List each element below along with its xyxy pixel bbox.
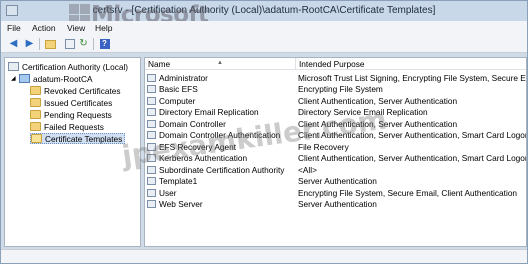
list-item[interactable]: Template1 Server Authentication	[145, 176, 526, 187]
list-item[interactable]: User Encrypting File System, Secure Emai…	[145, 187, 526, 198]
template-name: Administrator	[159, 72, 208, 83]
list-item[interactable]: Computer Client Authentication, Server A…	[145, 95, 526, 106]
ca-server-icon	[19, 74, 30, 83]
certificate-template-icon	[147, 200, 156, 208]
column-name-label: Name	[148, 58, 171, 69]
folder-icon	[30, 86, 41, 95]
tree-item-label: Revoked Certificates	[44, 85, 121, 96]
tree-item-revoked[interactable]: Revoked Certificates	[30, 85, 121, 96]
template-purpose: Client Authentication, Server Authentica…	[298, 153, 527, 163]
template-purpose: Server Authentication	[298, 199, 377, 209]
mmc-window: certsrv - [Certification Authority (Loca…	[0, 0, 528, 264]
tree-item-label: Issued Certificates	[44, 97, 113, 108]
status-bar	[1, 249, 527, 263]
menu-file[interactable]: File	[7, 23, 21, 33]
certificate-template-icon	[147, 188, 156, 197]
title-bar[interactable]: certsrv - [Certification Authority (Loca…	[1, 1, 527, 28]
template-name: Directory Email Replication	[159, 107, 259, 117]
menu-action[interactable]: Action	[32, 23, 56, 33]
export-list-icon[interactable]	[63, 38, 76, 50]
toolbar: ◀ ▶ ↻ ?	[1, 35, 527, 53]
template-name: Subordinate Certification Authority	[159, 164, 285, 175]
certificate-template-icon	[147, 73, 156, 82]
tree-item-label: Failed Requests	[44, 121, 104, 132]
list-item[interactable]: Administrator Microsoft Trust List Signi…	[145, 72, 527, 83]
template-purpose: <All>	[298, 164, 317, 175]
folder-icon	[30, 110, 41, 119]
template-name: Template1	[159, 176, 198, 186]
tree-ca-node[interactable]: ◢ adatum-RootCA	[11, 73, 93, 84]
column-purpose-label: Intended Purpose	[299, 58, 365, 69]
expand-arrow-icon[interactable]: ◢	[11, 75, 17, 82]
template-name: Web Server	[159, 199, 203, 209]
template-name: User	[159, 187, 177, 198]
template-purpose: Encrypting File System, Secure Email, Cl…	[298, 187, 518, 198]
certificate-template-icon	[147, 96, 156, 105]
tree-item-issued[interactable]: Issued Certificates	[30, 97, 112, 108]
folder-open-icon	[31, 134, 42, 143]
template-purpose: Encrypting File System	[298, 84, 383, 94]
tree-item-failed[interactable]: Failed Requests	[30, 121, 104, 132]
certificate-template-icon	[147, 108, 156, 116]
template-purpose: Client Authentication, Server Authentica…	[298, 95, 458, 106]
folder-icon	[30, 122, 41, 131]
menu-view[interactable]: View	[67, 23, 85, 33]
menu-bar: File Action View Help	[1, 21, 527, 35]
sort-arrow-icon: ▲	[217, 60, 223, 66]
back-arrow-icon[interactable]: ◀	[7, 38, 20, 50]
refresh-icon[interactable]: ↻	[77, 38, 90, 50]
tree-root[interactable]: Certification Authority (Local)	[8, 61, 128, 72]
list-item[interactable]: Web Server Server Authentication	[145, 199, 526, 210]
tree-item-pending[interactable]: Pending Requests	[30, 109, 112, 120]
folder-icon	[30, 98, 41, 107]
tree-item-label: Certificate Templates	[45, 133, 123, 144]
column-header-name[interactable]: Name ▲	[145, 58, 296, 70]
template-name: Basic EFS	[159, 84, 198, 94]
list-item[interactable]: Subordinate Certification Authority <All…	[145, 164, 526, 175]
template-name: Computer	[159, 95, 196, 106]
template-purpose: Server Authentication	[298, 176, 377, 186]
help-icon[interactable]: ?	[98, 38, 111, 50]
tree-item-certificate-templates[interactable]: Certificate Templates	[30, 133, 126, 144]
tree-ca-label: adatum-RootCA	[33, 73, 93, 84]
tree-item-label: Pending Requests	[44, 109, 112, 120]
certificate-authority-icon	[8, 62, 19, 71]
column-header-purpose[interactable]: Intended Purpose	[296, 58, 526, 70]
certificate-template-icon	[147, 85, 156, 93]
list-item[interactable]: Basic EFS Encrypting File System	[145, 84, 526, 95]
template-purpose: Microsoft Trust List Signing, Encrypting…	[298, 72, 527, 83]
certificate-template-icon	[147, 177, 156, 185]
forward-arrow-icon[interactable]: ▶	[23, 38, 36, 50]
console-tree: Certification Authority (Local) ◢ adatum…	[4, 57, 141, 247]
tree-root-label: Certification Authority (Local)	[22, 61, 129, 72]
menu-help[interactable]: Help	[95, 23, 112, 33]
certificate-template-icon	[147, 119, 156, 128]
up-folder-icon[interactable]	[44, 38, 57, 50]
